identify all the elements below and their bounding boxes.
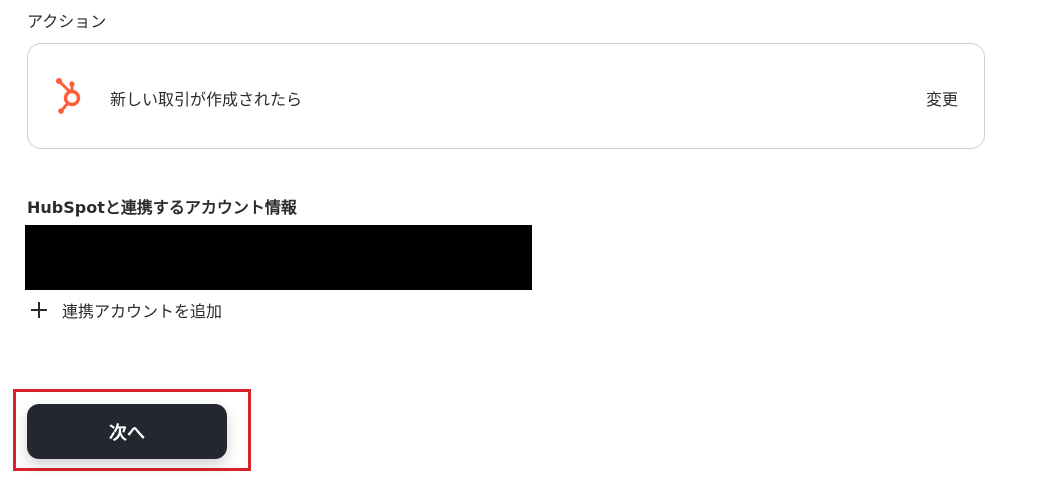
trigger-action-text: 新しい取引が作成されたら — [110, 90, 303, 109]
next-button[interactable]: 次へ — [27, 404, 227, 459]
add-account-button[interactable]: 連携アカウントを追加 — [30, 298, 222, 322]
change-action-link[interactable]: 変更 — [926, 86, 958, 110]
hubspot-icon — [51, 76, 91, 116]
page: アクション 新しい取引が作成されたら 変更 HubSpotと連携するアカウント情… — [0, 0, 1056, 485]
account-select-redacted[interactable] — [25, 225, 532, 290]
action-card: 新しい取引が作成されたら 変更 — [27, 43, 985, 149]
add-account-label: 連携アカウントを追加 — [62, 302, 223, 321]
plus-icon — [30, 301, 48, 319]
account-section-label: HubSpotと連携するアカウント情報 — [27, 198, 297, 217]
action-section-label: アクション — [27, 12, 107, 31]
